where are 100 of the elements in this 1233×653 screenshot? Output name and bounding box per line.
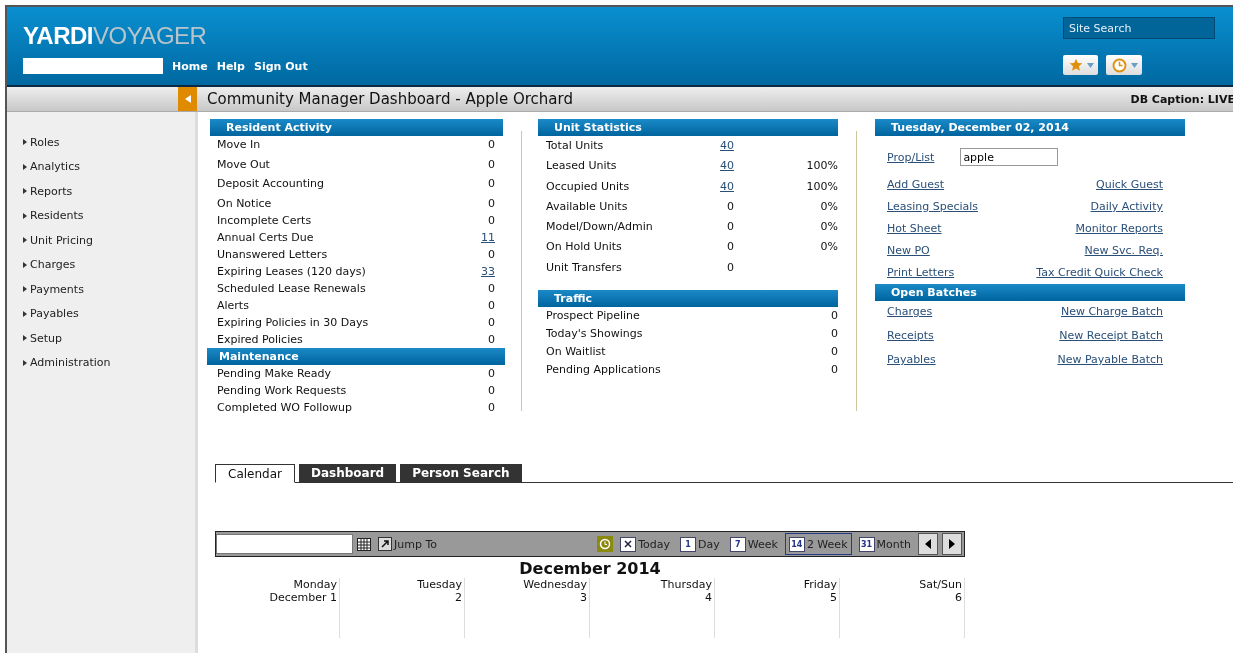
quick-link[interactable]: Tax Credit Quick Check — [1036, 262, 1163, 284]
count-link[interactable]: 40 — [716, 136, 746, 157]
count-link[interactable]: 40 — [716, 156, 746, 177]
day-name: Sat/Sun — [919, 578, 962, 591]
favorites-button[interactable] — [1063, 55, 1098, 75]
tab[interactable]: Dashboard — [298, 464, 397, 482]
caret-icon — [23, 286, 27, 293]
jump-to-button[interactable]: Jump To — [375, 533, 440, 555]
month-title: December 2014 — [518, 559, 662, 578]
caret-icon — [23, 310, 27, 317]
row-label: Leased Units — [546, 158, 618, 175]
sidebar-item[interactable]: Charges — [7, 252, 195, 277]
calendar-grid-icon — [357, 537, 371, 551]
section-header: Resident Activity — [210, 119, 503, 136]
quick-link[interactable]: Daily Activity — [1090, 196, 1163, 218]
quick-link[interactable]: Add Guest — [887, 174, 945, 196]
logo-text: VOYAGER — [92, 22, 207, 49]
row-label: Occupied Units — [546, 178, 631, 195]
new-batch-link[interactable]: New Charge Batch — [1060, 301, 1163, 325]
page-title: Community Manager Dashboard - Apple Orchard — [207, 90, 573, 108]
new-batch-link[interactable]: New Payable Batch — [1057, 349, 1163, 373]
view-button[interactable]: 14 2 Week — [784, 533, 852, 555]
count-link[interactable]: 11 — [481, 228, 495, 246]
sidebar-item[interactable]: Roles — [7, 130, 195, 155]
count-link[interactable]: 40 — [716, 176, 746, 197]
nav-link[interactable]: Sign Out — [254, 59, 308, 73]
day-date: 4 — [705, 591, 712, 604]
count-value: 0 — [487, 195, 495, 212]
count-value: 0 — [830, 362, 838, 379]
sidebar-item[interactable]: Payments — [7, 277, 195, 302]
previous-button[interactable] — [918, 533, 938, 555]
section-header: Open Batches — [875, 284, 1185, 301]
collapse-button[interactable] — [178, 87, 197, 111]
date-field[interactable] — [216, 534, 353, 554]
row-label: Total Units — [546, 138, 605, 154]
count-value: 0 — [830, 308, 838, 325]
count-link[interactable]: 33 — [481, 262, 495, 280]
batch-link[interactable]: Charges — [887, 301, 933, 325]
count-value: 0 — [726, 239, 735, 256]
history-button[interactable] — [1106, 55, 1142, 75]
row-label: Pending Applications — [546, 362, 661, 379]
count-value: 0 — [487, 365, 495, 382]
sidebar-item[interactable]: Setup — [7, 326, 195, 351]
row-label: On Hold Units — [546, 239, 623, 256]
caret-icon — [23, 261, 27, 268]
quick-link[interactable]: New Svc. Req. — [1084, 240, 1163, 262]
sidebar-item[interactable]: Analytics — [7, 154, 195, 179]
sidebar-item[interactable]: Reports — [7, 179, 195, 204]
calendar-icon: 7 — [729, 536, 746, 552]
sidebar-item[interactable]: Payables — [7, 301, 195, 326]
arrow-left-icon — [184, 95, 191, 103]
quick-link[interactable]: Hot Sheet — [887, 218, 942, 240]
section-header: Tuesday, December 02, 2014 — [875, 119, 1185, 136]
nav-link[interactable]: Home — [172, 59, 208, 73]
count-value: 0 — [726, 219, 735, 236]
caret-icon — [23, 359, 27, 366]
logo-text: YARDI — [23, 22, 93, 49]
view-button[interactable]: 7 Week — [726, 533, 781, 555]
input-field[interactable] — [23, 58, 163, 74]
day-date: 6 — [955, 591, 962, 604]
tab[interactable]: Calendar — [215, 464, 295, 483]
batch-link[interactable]: Payables — [887, 349, 936, 373]
prop-list-link[interactable]: Prop/List — [887, 150, 935, 164]
clock-icon — [1112, 57, 1127, 73]
tab[interactable]: Person Search — [400, 464, 522, 482]
sidebar-item[interactable]: Administration — [7, 350, 195, 375]
row-label: Unit Transfers — [546, 259, 623, 276]
row-label: Expired Policies — [217, 331, 303, 348]
count-value: 0 — [487, 156, 495, 173]
next-button[interactable] — [942, 533, 962, 555]
quick-link[interactable]: Quick Guest — [1096, 174, 1163, 196]
row-label: Move Out — [217, 156, 270, 173]
sidebar-item[interactable]: Unit Pricing — [7, 228, 195, 253]
property-field[interactable]: apple — [960, 148, 1059, 166]
sidebar-item[interactable]: Residents — [7, 203, 195, 228]
view-button[interactable]: 31 Month — [855, 533, 914, 555]
refresh-icon[interactable] — [597, 536, 614, 552]
new-batch-link[interactable]: New Receipt Batch — [1059, 325, 1163, 349]
calendar-icon: 14 — [788, 536, 805, 552]
quick-link[interactable]: Monitor Reports — [1075, 218, 1163, 240]
count-value: 0 — [487, 137, 495, 153]
day-date: December 1 — [269, 591, 337, 604]
arrow-right-icon — [949, 539, 955, 549]
calendar-icon: 1 — [680, 536, 696, 552]
quick-link[interactable]: Print Letters — [887, 262, 955, 284]
day-name: Thursday — [660, 578, 712, 591]
nav-link[interactable]: Help — [216, 59, 245, 73]
caret-icon — [1131, 62, 1138, 68]
quick-link[interactable]: Leasing Specials — [887, 196, 979, 218]
row-label: Prospect Pipeline — [546, 308, 640, 325]
count-value: 0 — [487, 297, 495, 314]
caret-icon — [23, 212, 27, 219]
batch-link[interactable]: Receipts — [887, 325, 934, 349]
row-label: Available Units — [546, 198, 629, 215]
view-button[interactable]: 1 Day — [677, 533, 723, 555]
search-field[interactable]: Site Search — [1063, 17, 1215, 39]
quick-link[interactable]: New PO — [887, 240, 930, 262]
percent-value: 0% — [819, 198, 838, 215]
view-button[interactable]: Today — [617, 533, 673, 555]
row-label: Expiring Policies in 30 Days — [217, 314, 369, 331]
